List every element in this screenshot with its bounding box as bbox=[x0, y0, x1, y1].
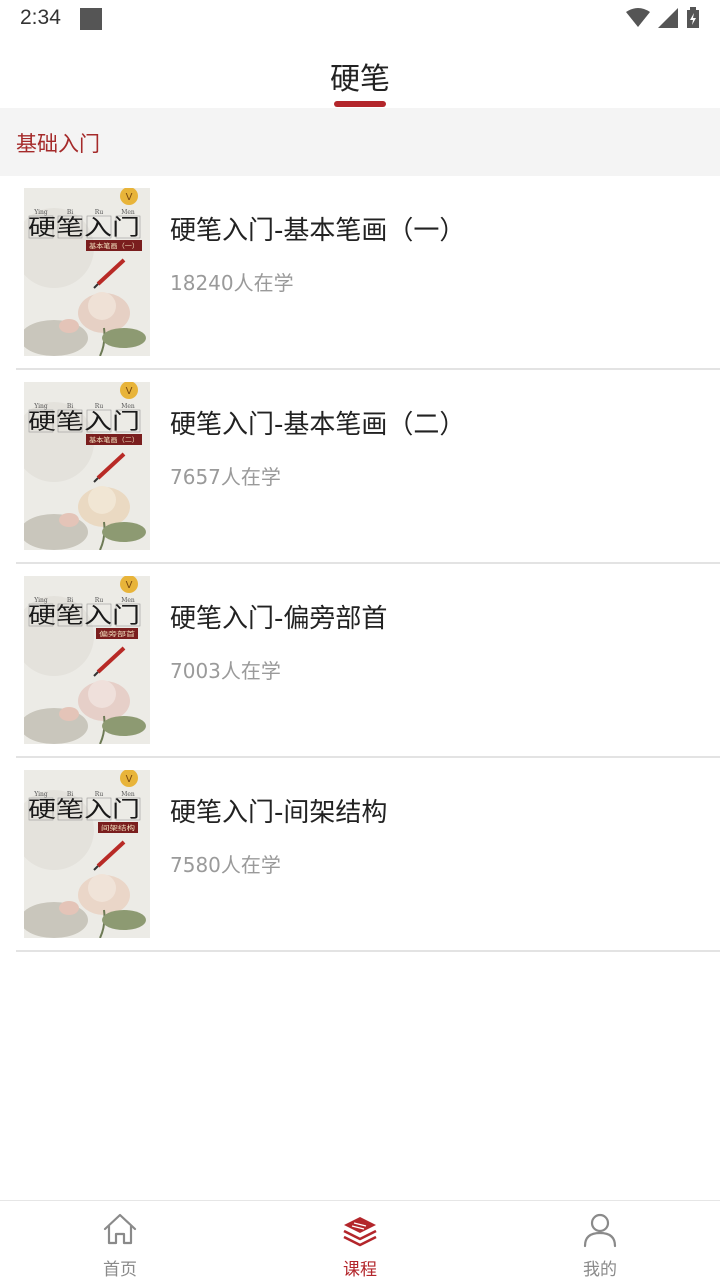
svg-text:硬笔入门: 硬笔入门 bbox=[28, 798, 140, 823]
course-item[interactable]: V Ying Bi Ru Men 硬笔入门 基本笔画（二） 硬笔入门-基本笔画（… bbox=[0, 370, 720, 564]
page-title: 硬笔 bbox=[330, 62, 390, 97]
svg-text:Men: Men bbox=[121, 597, 135, 604]
course-title: 硬笔入门-基本笔画（二） bbox=[170, 410, 466, 440]
course-item[interactable]: V Ying Bi Ru Men 硬笔入门 偏旁部首 硬笔入门-偏旁部首 700… bbox=[0, 564, 720, 758]
notification-icon bbox=[80, 8, 102, 30]
nav-profile-label: 我的 bbox=[583, 1260, 617, 1280]
course-cover-image: V Ying Bi Ru Men 硬笔入门 偏旁部首 bbox=[24, 576, 150, 744]
svg-text:Ying: Ying bbox=[33, 791, 48, 798]
svg-text:Bi: Bi bbox=[67, 597, 73, 604]
svg-text:Bi: Bi bbox=[67, 403, 73, 410]
title-underline bbox=[334, 101, 386, 107]
svg-text:Men: Men bbox=[121, 403, 135, 410]
status-time: 2:34 bbox=[20, 6, 61, 29]
section-label: 基础入门 bbox=[16, 132, 100, 156]
person-icon bbox=[583, 1213, 617, 1248]
svg-text:基本笔画（一）: 基本笔画（一） bbox=[89, 241, 139, 250]
learner-count: 18240人在学 bbox=[170, 271, 294, 295]
header: 硬笔 bbox=[0, 36, 720, 108]
svg-text:Bi: Bi bbox=[67, 791, 73, 798]
course-cover-image: V Ying Bi Ru Men 硬笔入门 基本笔画（二） bbox=[24, 382, 150, 550]
learner-count: 7657人在学 bbox=[170, 465, 281, 489]
svg-text:Ru: Ru bbox=[95, 791, 104, 798]
svg-text:V: V bbox=[126, 192, 133, 203]
nav-home[interactable]: 首页 bbox=[0, 1201, 240, 1280]
wifi-icon bbox=[626, 8, 650, 27]
svg-text:V: V bbox=[126, 580, 133, 591]
learner-count: 7580人在学 bbox=[170, 853, 281, 877]
home-icon bbox=[103, 1213, 137, 1245]
svg-text:V: V bbox=[126, 774, 133, 785]
status-bar: 2:34 bbox=[0, 0, 720, 36]
svg-text:Ying: Ying bbox=[33, 209, 48, 216]
course-title: 硬笔入门-偏旁部首 bbox=[170, 604, 388, 634]
svg-text:Ying: Ying bbox=[33, 597, 48, 604]
svg-text:Ru: Ru bbox=[95, 209, 104, 216]
status-icons bbox=[626, 6, 700, 30]
battery-icon bbox=[687, 7, 699, 28]
svg-text:偏旁部首: 偏旁部首 bbox=[99, 629, 136, 638]
course-item[interactable]: V Ying Bi Ru Men 硬笔入门 基本笔画（一） 硬笔入门-基本笔画（… bbox=[0, 176, 720, 370]
svg-text:Ying: Ying bbox=[33, 403, 48, 410]
nav-profile[interactable]: 我的 bbox=[480, 1201, 720, 1280]
bottom-nav: 首页 课程 我的 bbox=[0, 1200, 720, 1280]
section-header: 基础入门 bbox=[0, 108, 720, 176]
course-cover-image: V Ying Bi Ru Men 硬笔入门 基本笔画（一） bbox=[24, 188, 150, 356]
signal-icon bbox=[658, 8, 678, 28]
svg-text:Ru: Ru bbox=[95, 597, 104, 604]
svg-text:Men: Men bbox=[121, 209, 135, 216]
nav-courses-label: 课程 bbox=[343, 1260, 377, 1280]
nav-home-label: 首页 bbox=[103, 1260, 137, 1280]
books-stack-icon bbox=[343, 1217, 377, 1247]
svg-text:硬笔入门: 硬笔入门 bbox=[28, 604, 140, 629]
learner-count: 7003人在学 bbox=[170, 659, 281, 683]
nav-courses[interactable]: 课程 bbox=[240, 1201, 480, 1280]
svg-text:硬笔入门: 硬笔入门 bbox=[28, 216, 140, 241]
svg-text:Bi: Bi bbox=[67, 209, 73, 216]
svg-text:硬笔入门: 硬笔入门 bbox=[28, 410, 140, 435]
course-cover-image: V Ying Bi Ru Men 硬笔入门 间架结构 bbox=[24, 770, 150, 938]
course-list: V Ying Bi Ru Men 硬笔入门 基本笔画（一） 硬笔入门-基本笔画（… bbox=[0, 176, 720, 952]
course-item[interactable]: V Ying Bi Ru Men 硬笔入门 间架结构 硬笔入门-间架结构 758… bbox=[0, 758, 720, 952]
svg-text:Ru: Ru bbox=[95, 403, 104, 410]
course-title: 硬笔入门-间架结构 bbox=[170, 798, 388, 828]
svg-text:Men: Men bbox=[121, 791, 135, 798]
svg-text:V: V bbox=[126, 386, 133, 397]
course-title: 硬笔入门-基本笔画（一） bbox=[170, 216, 466, 246]
svg-text:基本笔画（二）: 基本笔画（二） bbox=[89, 435, 139, 444]
svg-text:间架结构: 间架结构 bbox=[101, 823, 136, 832]
